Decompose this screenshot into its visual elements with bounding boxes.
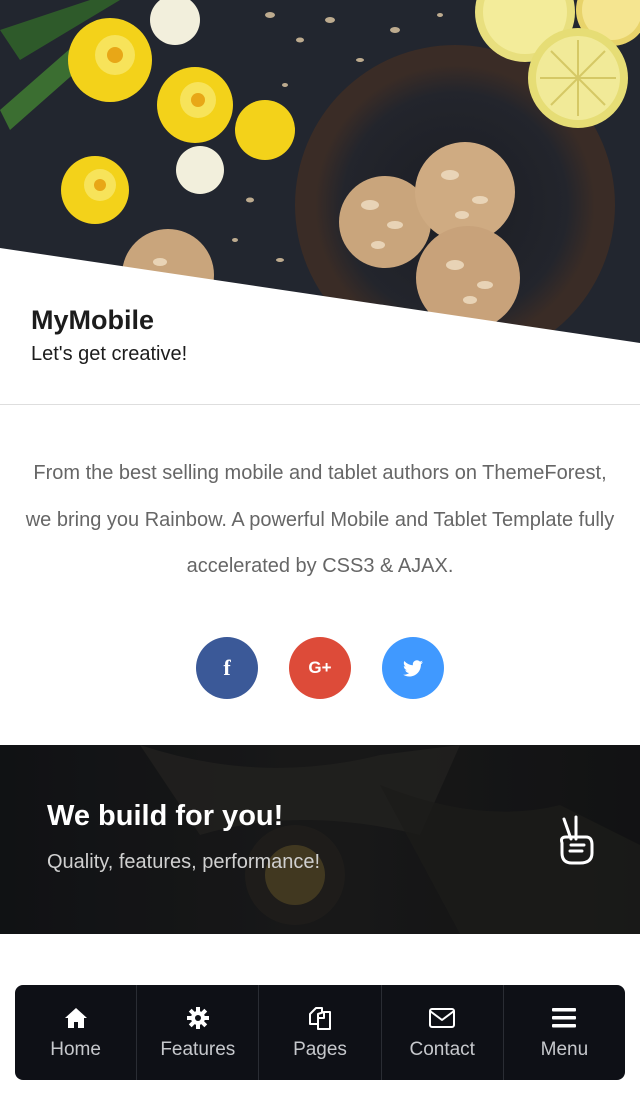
bottom-nav: Home Features Pages Contact Menu <box>15 985 625 1080</box>
nav-home-label: Home <box>50 1038 101 1060</box>
hero-section: MyMobile Let's get creative! <box>0 0 640 405</box>
facebook-button[interactable]: f <box>196 637 258 699</box>
nav-menu-label: Menu <box>540 1038 589 1060</box>
banner-background-image <box>0 745 640 934</box>
pages-icon <box>307 1005 333 1031</box>
intro-text: From the best selling mobile and tablet … <box>25 462 615 577</box>
nav-pages[interactable]: Pages <box>259 985 382 1080</box>
nav-contact[interactable]: Contact <box>382 985 504 1080</box>
google-plus-button[interactable]: G+ <box>289 637 351 699</box>
twitter-button[interactable] <box>382 637 444 699</box>
facebook-icon: f <box>223 655 231 680</box>
banner-subtitle: Quality, features, performance! <box>47 851 321 873</box>
nav-pages-label: Pages <box>293 1038 347 1060</box>
menu-icon <box>551 1005 577 1031</box>
hero-title: MyMobile <box>31 305 155 335</box>
gear-icon <box>185 1005 211 1031</box>
nav-features-label: Features <box>160 1038 236 1060</box>
nav-features[interactable]: Features <box>137 985 260 1080</box>
nav-home[interactable]: Home <box>15 985 138 1080</box>
peace-hand-icon <box>560 815 594 865</box>
section-divider <box>0 404 640 405</box>
twitter-icon <box>403 659 423 676</box>
nav-menu[interactable]: Menu <box>504 985 625 1080</box>
envelope-icon <box>429 1005 456 1031</box>
nav-contact-label: Contact <box>409 1038 475 1060</box>
google-plus-icon: G+ <box>308 658 332 677</box>
hero-subtitle: Let's get creative! <box>31 343 188 365</box>
home-icon <box>63 1005 89 1031</box>
banner-title: We build for you! <box>47 800 284 832</box>
promo-banner: We build for you! Quality, features, per… <box>0 745 640 934</box>
